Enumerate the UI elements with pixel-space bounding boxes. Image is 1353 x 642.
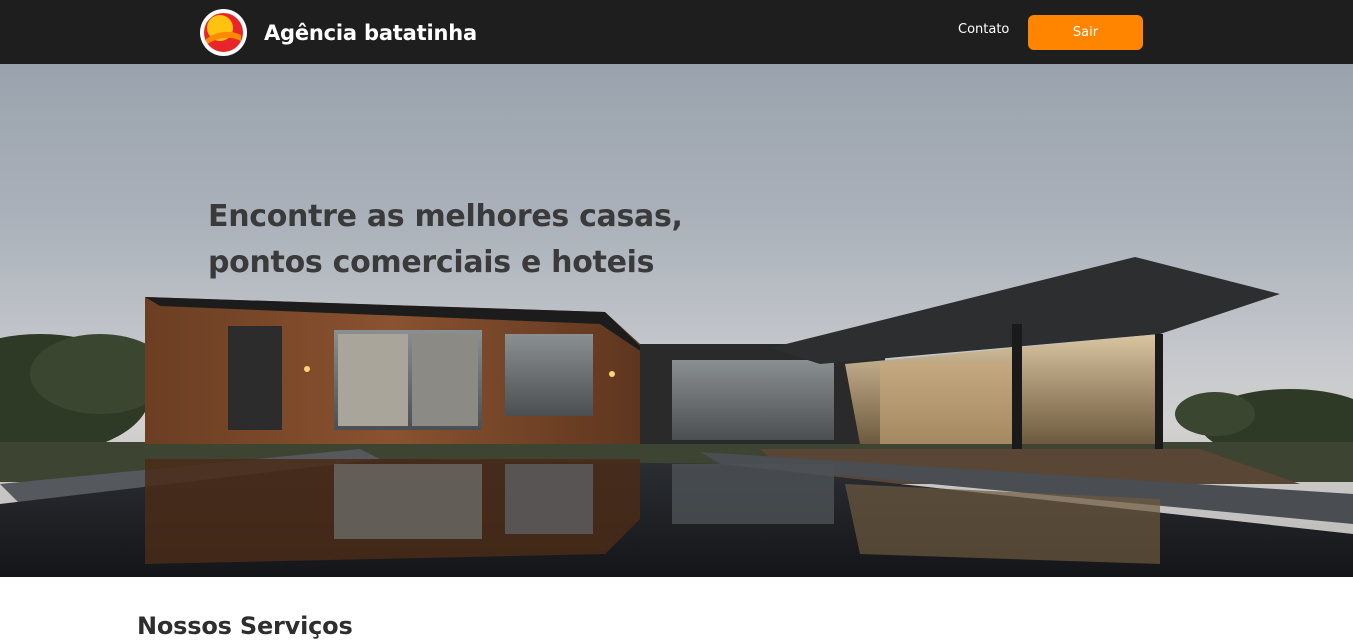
hero-house-image [0,257,1353,577]
hero-title: Encontre as melhores casas, pontos comer… [208,194,808,286]
hero-title-line1: Encontre as melhores casas, [208,199,683,234]
logout-button[interactable]: Sair [1028,15,1143,50]
top-navbar: Agência batatinha Contato Sair [0,0,1353,64]
brand-name: Agência batatinha [264,20,477,45]
services-section-title: Nossos Serviços [137,612,353,640]
hero-banner: Encontre as melhores casas, pontos comer… [0,64,1353,577]
hero-title-line2: pontos comerciais e hoteis [208,245,655,280]
brand[interactable]: Agência batatinha [200,9,477,56]
sun-logo-icon [200,9,247,56]
nav-link-contato[interactable]: Contato [958,22,1009,37]
